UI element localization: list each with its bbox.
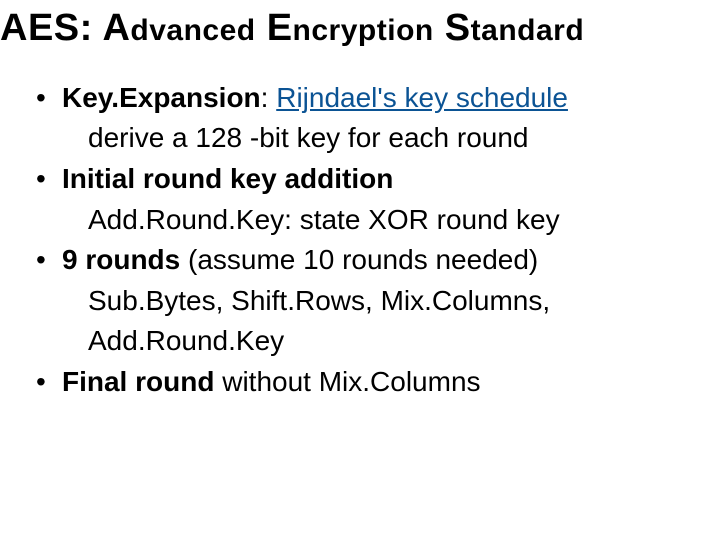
title-word3-rest: tandard <box>471 14 585 47</box>
bullet-text: without Mix.Columns <box>214 366 480 397</box>
title-prefix: AES: <box>0 7 93 49</box>
bullet-continuation: derive a 128 -bit key for each round <box>62 118 720 159</box>
bullet-bold: Key.Expansion <box>62 82 261 113</box>
bullet-item: Initial round key addition Add.Round.Key… <box>36 159 720 240</box>
bullet-continuation: Add.Round.Key: state XOR round key <box>62 200 720 241</box>
title-word1-rest: dvanced <box>130 14 255 47</box>
title-word3-cap: S <box>445 7 471 49</box>
title-word2-cap: E <box>267 7 293 49</box>
title-word2-rest: ncryption <box>293 14 434 47</box>
bullet-item: Final round without Mix.Columns <box>36 362 720 403</box>
bullet-text: (assume 10 rounds needed) <box>180 244 538 275</box>
bullet-continuation: Sub.Bytes, Shift.Rows, Mix.Columns, Add.… <box>62 281 720 362</box>
bullet-item: 9 rounds (assume 10 rounds needed) Sub.B… <box>36 240 720 362</box>
slide-title: AES: Advanced Encryption Standard <box>0 8 720 50</box>
bullet-bold: Final round <box>62 366 214 397</box>
bullet-item: Key.Expansion: Rijndael's key schedule d… <box>36 78 720 159</box>
bullet-list: Key.Expansion: Rijndael's key schedule d… <box>0 78 720 403</box>
bullet-bold: Initial round key addition <box>62 163 393 194</box>
bullet-text: : <box>261 82 277 113</box>
title-word1-cap: A <box>102 7 130 49</box>
slide: AES: Advanced Encryption Standard Key.Ex… <box>0 0 720 540</box>
link-rijndael-key-schedule[interactable]: Rijndael's key schedule <box>276 82 568 113</box>
bullet-bold: 9 rounds <box>62 244 180 275</box>
